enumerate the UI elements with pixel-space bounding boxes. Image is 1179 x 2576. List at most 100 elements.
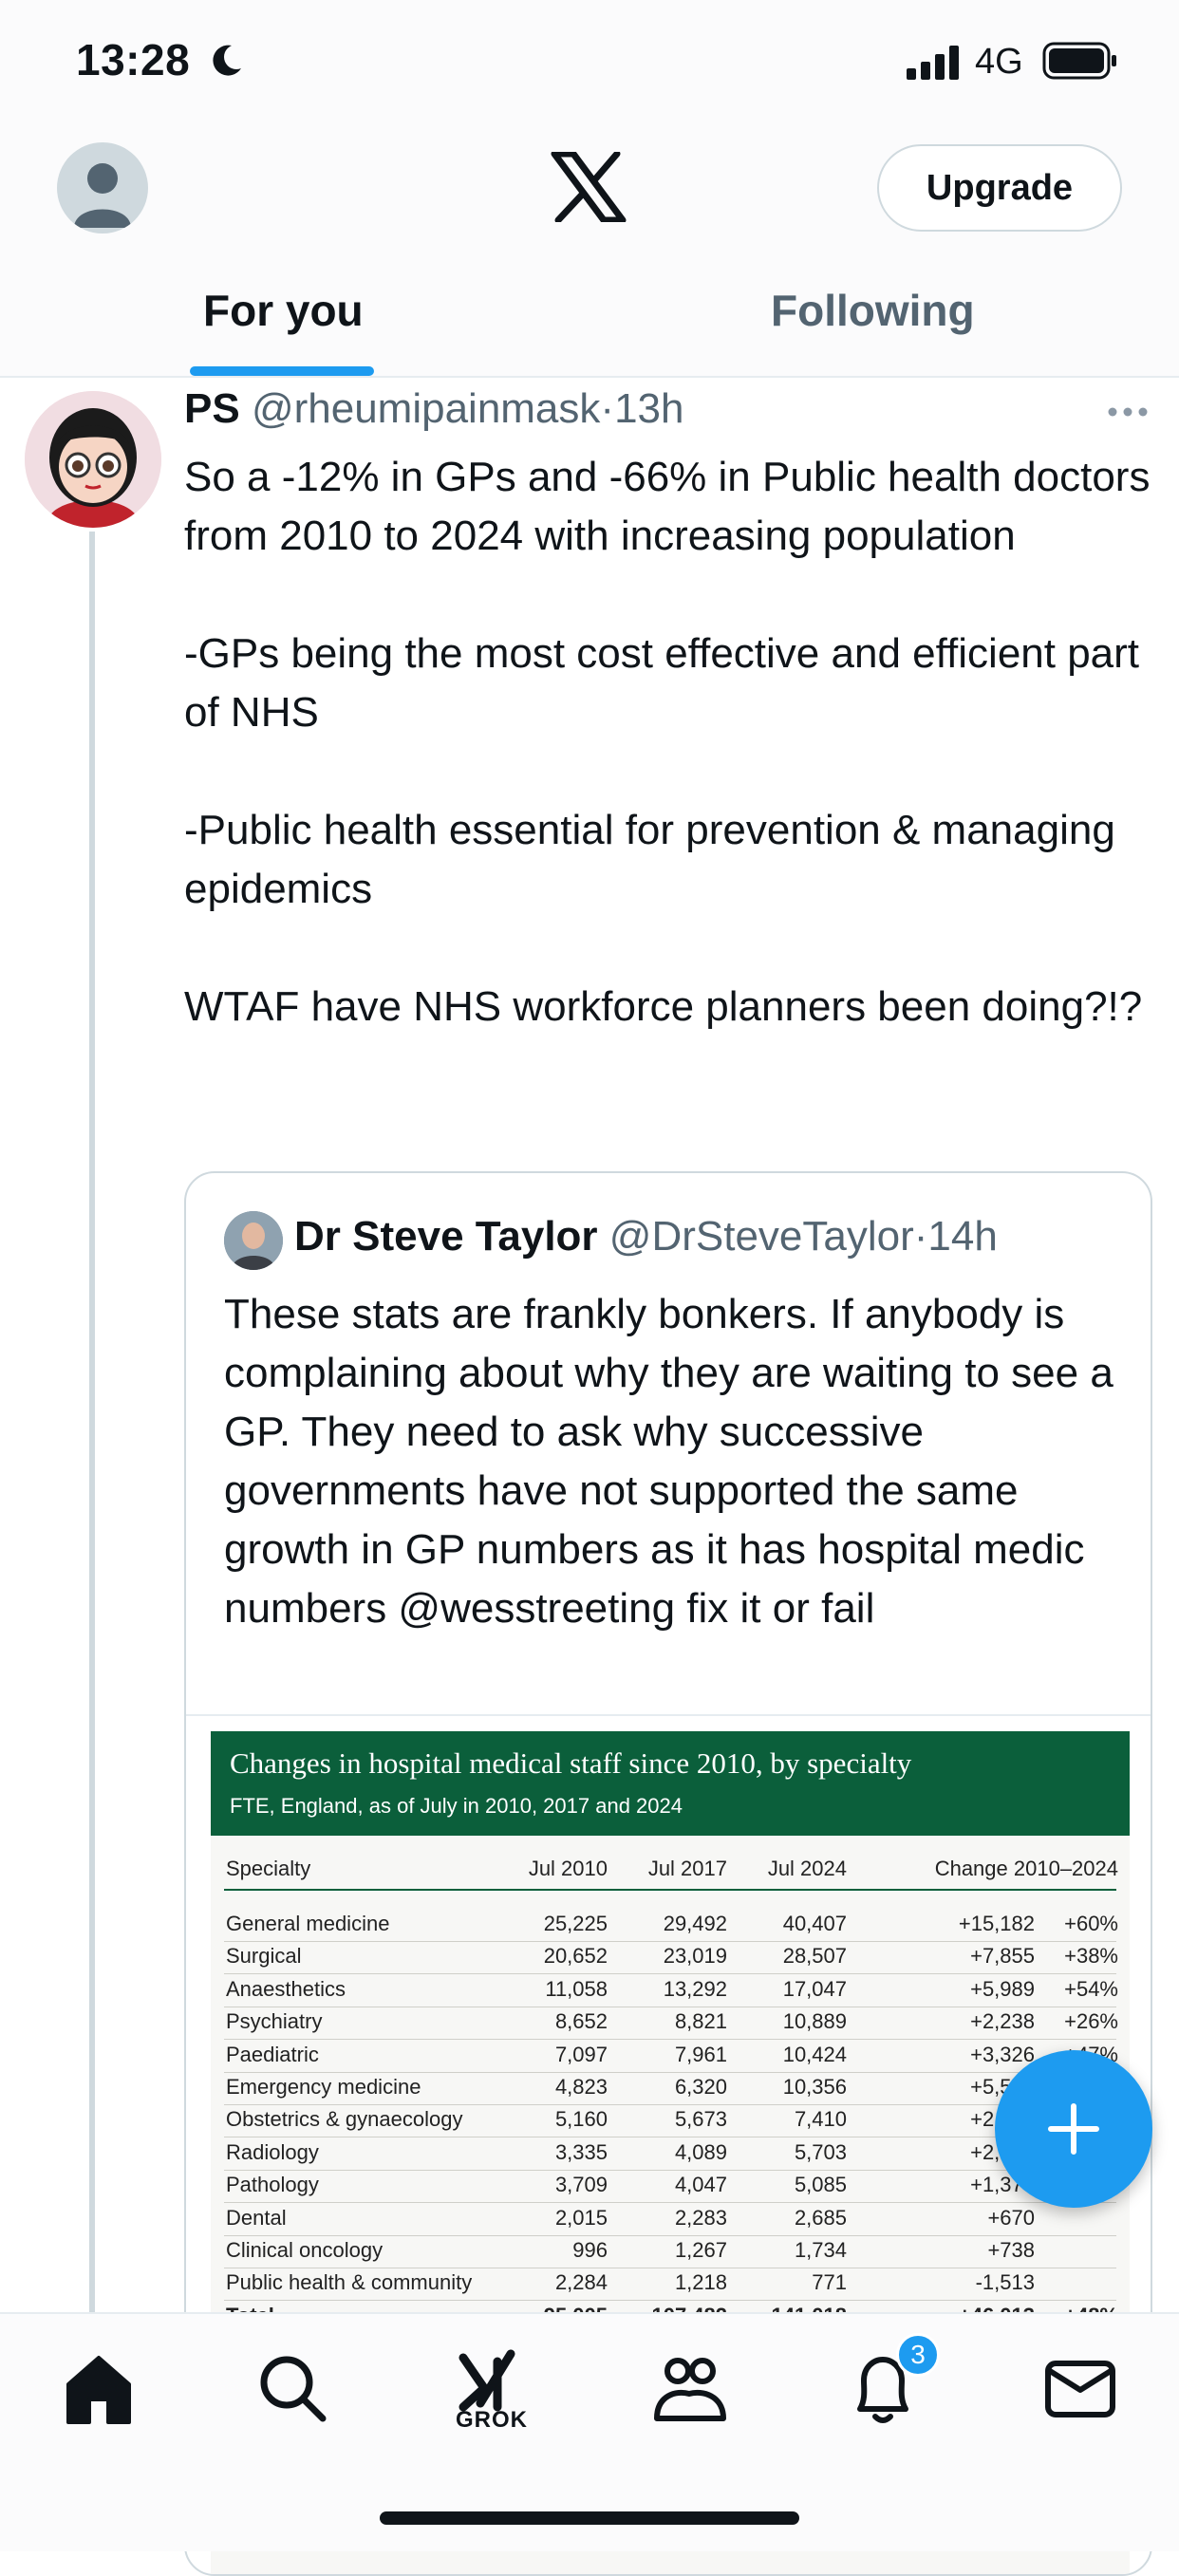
table-row-label: Public health & community [226,2270,473,2295]
table-cell: 3,335 [554,2139,608,2164]
table-cell: 2,015 [554,2205,608,2230]
x-logo-icon [551,152,627,222]
table-cell: 25,225 [543,1912,608,1935]
table-cell: 2,283 [674,2205,727,2230]
table-cell: 4,823 [554,2075,608,2099]
notification-badge: 3 [896,2333,940,2377]
table-cell: -1,513 [975,2270,1035,2295]
post-author-name[interactable]: PS [184,385,240,432]
status-time: 13:28 [76,35,191,84]
column-header: Specialty [226,1857,311,1880]
table-subtitle: FTE, England, as of July in 2010, 2017 a… [230,1794,683,1818]
table-header-rule [224,1889,1116,1891]
table-row-label: Anaesthetics [226,1976,346,2001]
table-row-divider [224,2300,1116,2302]
post-header: PS @rheumipainmask·13h [184,385,683,433]
quote-author-avatar [224,1211,283,1270]
quote-text: These stats are frankly bonkers. If anyb… [224,1291,1114,1632]
table-row-divider [224,1973,1116,1975]
table-cell: 8,652 [554,2009,608,2034]
battery-icon [1042,42,1116,80]
table-row-divider [224,1941,1116,1942]
table-cell: 23,019 [663,1944,727,1969]
post-text: So a -12% in GPs and -66% in Public heal… [184,448,1162,1036]
table-cell: 10,889 [782,2009,847,2034]
compose-button[interactable] [995,2050,1152,2208]
table-row-divider [224,2234,1116,2236]
active-tab-indicator [190,366,374,376]
mail-icon[interactable] [1033,2341,1128,2436]
table-cell: 10,424 [782,2042,847,2066]
quote-author-handle: @DrSteveTaylor [608,1213,914,1260]
post-paragraph: -Public health essential for prevention … [184,807,1115,912]
column-header: Jul 2017 [647,1857,727,1880]
post-author-avatar[interactable] [25,391,161,528]
quote-divider [186,1714,1151,1716]
table-cell: 2,284 [554,2270,608,2295]
table-cell: +670 [987,2205,1035,2230]
table-cell: 6,320 [674,2075,727,2099]
post-paragraph: WTAF have NHS workforce planners been do… [184,983,1143,1030]
table-row-label: Radiology [226,2139,319,2164]
table-row-divider [224,2169,1116,2171]
home-icon[interactable] [51,2341,146,2436]
post-author-handle[interactable]: @rheumipainmask [252,385,600,432]
column-header: Change 2010–2024 [934,1857,1118,1880]
table-cell: 40,407 [782,1912,847,1935]
post-separator: · [600,385,615,432]
table-cell: +54% [1064,1976,1118,2001]
table-cell: 2,685 [794,2205,847,2230]
plus-icon [1048,2103,1099,2155]
table-row-label: Emergency medicine [226,2075,421,2099]
table-banner: Changes in hospital medical staff since … [211,1731,1130,1836]
thread-line [89,532,95,2316]
table-row-divider [224,2071,1116,2073]
table-cell: 28,507 [782,1944,847,1969]
table-cell: +60% [1064,1912,1118,1935]
table-row-label: Psychiatry [226,2009,323,2034]
post-paragraph: So a -12% in GPs and -66% in Public heal… [184,454,1151,559]
table-cell: +26% [1064,2009,1118,2034]
column-header: Jul 2010 [528,1857,608,1880]
profile-avatar[interactable] [57,142,148,233]
table-cell: 17,047 [782,1976,847,2001]
table-cell: +38% [1064,1944,1118,1969]
table-cell: 5,673 [674,2107,727,2132]
cartoon-avatar-icon [25,391,161,528]
table-cell: 7,097 [554,2042,608,2066]
home-indicator [380,2511,799,2525]
quote-header: Dr Steve Taylor @DrSteveTaylor·14h [294,1213,998,1260]
tab-for-you[interactable]: For you [203,285,364,336]
grok-label: GROK [456,2407,528,2433]
upgrade-button[interactable]: Upgrade [877,144,1122,232]
table-cell: 5,160 [554,2107,608,2132]
table-row-divider [224,2202,1116,2204]
table-cell: 4,047 [674,2173,727,2197]
table-row-label: Paediatric [226,2042,319,2066]
photo-avatar-icon [224,1211,283,1270]
table-cell: 7,961 [674,2042,727,2066]
search-icon[interactable] [245,2341,340,2436]
post-timestamp[interactable]: 13h [614,385,683,432]
default-avatar-icon [74,163,131,228]
table-row-divider [224,2104,1116,2105]
table-cell: 20,652 [543,1944,608,1969]
communities-icon[interactable] [642,2341,737,2436]
quote-timestamp: 14h [927,1213,998,1260]
table-cell: 8,821 [674,2009,727,2034]
table-cell: 1,734 [794,2238,847,2262]
table-cell: +738 [987,2238,1035,2262]
table-cell: 7,410 [794,2107,847,2132]
tab-following[interactable]: Following [771,285,975,336]
table-cell: 5,703 [794,2139,847,2164]
table-cell: 11,058 [545,1976,608,2001]
table-row-label: General medicine [226,1912,390,1935]
table-cell: 29,492 [663,1912,727,1935]
moon-icon [213,45,241,76]
quote-separator: · [913,1213,928,1260]
quote-author-name: Dr Steve Taylor [294,1213,598,1260]
table-cell: 3,709 [554,2173,608,2197]
table-cell: 1,267 [674,2238,727,2262]
more-options-icon[interactable] [1107,402,1149,421]
table-cell: 13,292 [663,1976,727,2001]
